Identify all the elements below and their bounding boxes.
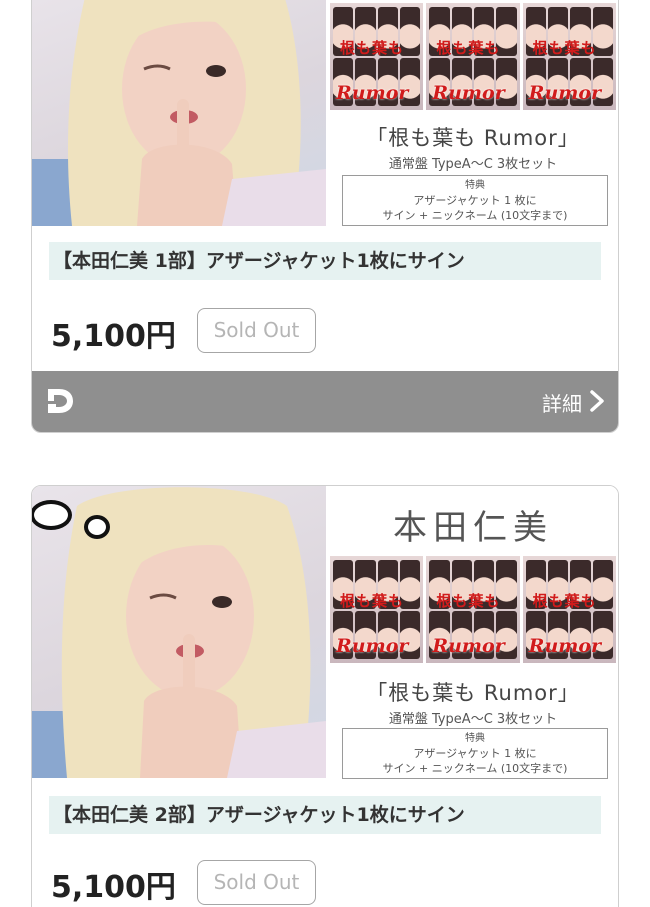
cover-scrawl-top: 根も葉も (532, 592, 597, 610)
promo-tokuten: 特典 (465, 180, 485, 191)
album-cover: 根も葉も Rumor (522, 556, 616, 663)
cover-scrawl: Rumor (336, 635, 409, 657)
promo-edition: 通常盤 TypeA〜C 3枚セット (388, 712, 558, 727)
promo-panel: 根も葉も Rumor 根も葉も Rumor 根も葉も Rumor 「根も葉も R… (328, 0, 618, 226)
d-logo-icon (48, 389, 73, 413)
album-covers: 根も葉も Rumor 根も葉も Rumor 根も葉も Rumor (330, 556, 616, 663)
sold-out-button[interactable]: Sold Out (197, 860, 316, 905)
cover-scrawl: Rumor (528, 635, 602, 657)
promo-panel: 本田仁美 根も葉も Rumor 根も葉も Rumor 根も葉も Rumor 「根… (328, 486, 618, 779)
detail-bar[interactable]: 詳細 (32, 371, 618, 432)
album-cover: 根も葉も Rumor (330, 556, 424, 663)
album-cover: 根も葉も Rumor (522, 3, 616, 110)
product-card[interactable]: 本田仁美 根も葉も Rumor 根も葉も Rumor 根も葉も Rumor 「根… (31, 485, 619, 907)
promo-tokuten: 特典 (465, 733, 485, 744)
product-title[interactable]: 【本田仁美 2部】アザージャケット1枚にサイン (49, 796, 601, 834)
product-banner[interactable]: 本田仁美 根も葉も Rumor 根も葉も Rumor 根も葉も Rumor 「根… (32, 486, 618, 779)
detail-link-label[interactable]: 詳細 (542, 388, 582, 417)
sold-out-button[interactable]: Sold Out (197, 308, 316, 353)
promo-benefit-line2: サイン + ニックネーム (10文字まで) (382, 762, 568, 775)
album-cover: 根も葉も Rumor (330, 3, 424, 110)
promo-edition: 通常盤 TypeA〜C 3枚セット (388, 157, 558, 172)
cover-scrawl: Rumor (528, 82, 602, 104)
chevron-right-icon[interactable] (588, 390, 606, 412)
promo-benefit-line1: アザージャケット 1 枚に (413, 194, 537, 207)
cover-scrawl-top: 根も葉も (532, 39, 597, 57)
promo-benefit-line2: サイン + ニックネーム (10文字まで) (382, 209, 568, 222)
cover-scrawl: Rumor (432, 635, 505, 657)
promo-benefit-box: 特典 アザージャケット 1 枚に サイン + ニックネーム (10文字まで) (342, 175, 608, 226)
promo-benefit-line1: アザージャケット 1 枚に (413, 747, 537, 760)
cover-scrawl-top: 根も葉も (340, 39, 405, 57)
promo-benefit-box: 特典 アザージャケット 1 枚に サイン + ニックネーム (10文字まで) (342, 728, 608, 779)
promo-song-title: 「根も葉も Rumor」 (366, 681, 580, 705)
promo-song-title: 「根も葉も Rumor」 (366, 126, 580, 150)
product-price: 5,100円 (51, 319, 176, 354)
cover-scrawl-top: 根も葉も (436, 592, 501, 610)
album-covers: 根も葉も Rumor 根も葉も Rumor 根も葉も Rumor (330, 3, 616, 110)
product-card[interactable]: 根も葉も Rumor 根も葉も Rumor 根も葉も Rumor 「根も葉も R… (31, 0, 619, 433)
product-list-page: 根も葉も Rumor 根も葉も Rumor 根も葉も Rumor 「根も葉も R… (0, 0, 650, 907)
member-photo (32, 0, 326, 226)
cover-scrawl-top: 根も葉も (436, 39, 501, 57)
promo-member-name: 本田仁美 (393, 508, 553, 548)
member-photo (32, 486, 326, 778)
product-banner[interactable]: 根も葉も Rumor 根も葉も Rumor 根も葉も Rumor 「根も葉も R… (32, 0, 618, 226)
cover-scrawl: Rumor (432, 82, 505, 104)
cover-scrawl-top: 根も葉も (340, 592, 405, 610)
thought-bubble-icon (84, 515, 110, 539)
product-title[interactable]: 【本田仁美 1部】アザージャケット1枚にサイン (49, 242, 601, 280)
album-cover: 根も葉も Rumor (426, 556, 520, 663)
product-price: 5,100円 (51, 870, 176, 905)
cover-scrawl: Rumor (336, 82, 409, 104)
album-cover: 根も葉も Rumor (426, 3, 520, 110)
